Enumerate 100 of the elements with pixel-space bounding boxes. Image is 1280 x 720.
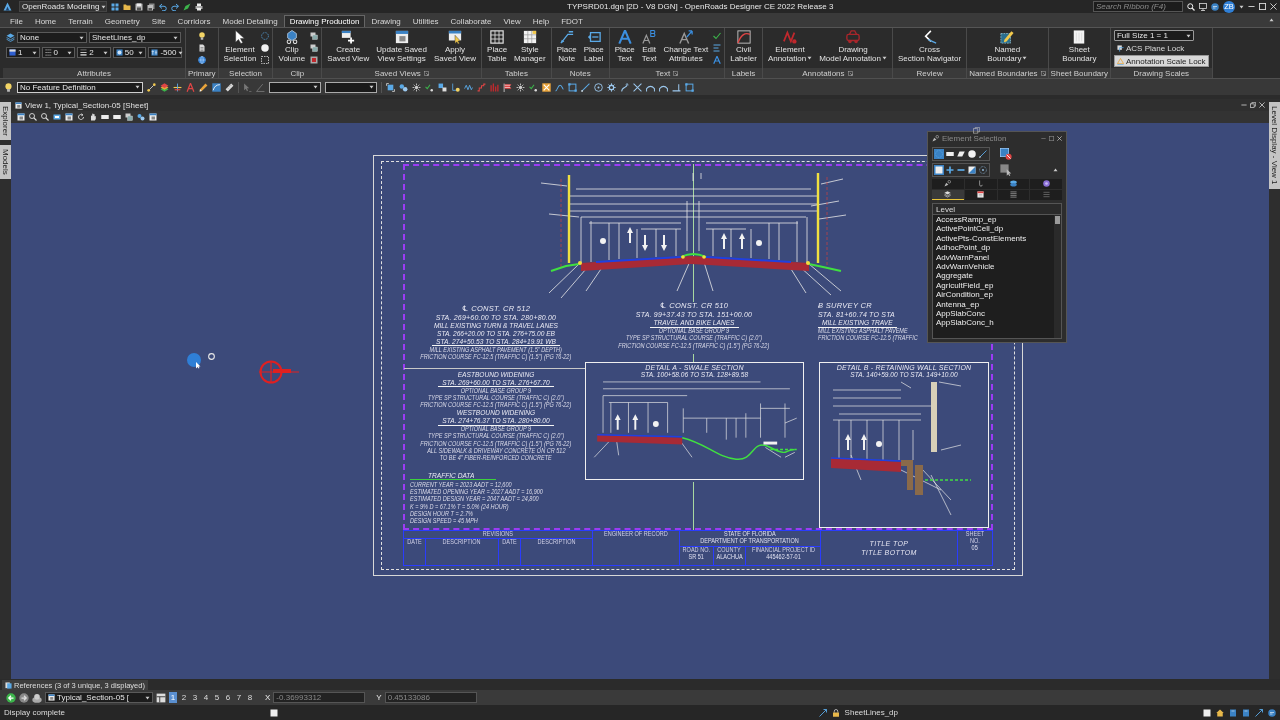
list-item[interactable]: ActivePointCell_dp [936,224,1051,234]
ribbon-button[interactable]: Style Manager [512,30,548,64]
tick-icon[interactable] [713,32,722,40]
drawing-canvas[interactable] [11,123,1269,679]
list-item[interactable]: AgricultField_ep [936,280,1051,291]
view-toggle[interactable]: 2 [180,692,188,703]
cross-lines-icon[interactable] [173,82,182,92]
square-handles-icon[interactable] [685,82,694,92]
circle-lines-icon[interactable] [1211,2,1219,11]
window-icon[interactable] [65,113,73,121]
ribbon-tab[interactable]: Home [28,15,63,27]
steps-icon[interactable] [477,82,486,92]
folder-icon[interactable] [123,2,131,11]
floppy-disks-icon[interactable] [147,2,155,11]
printer-icon[interactable] [195,2,203,11]
ribbon-button[interactable]: Named Boundary [985,30,1030,64]
feature-definition-dropdown[interactable]: No Feature Definition [17,81,143,93]
ribbon-button[interactable]: Place Note [554,30,579,64]
grid-layout-icon[interactable] [156,692,166,703]
gear-icon[interactable] [607,82,616,92]
workflow-dropdown[interactable]: OpenRoads Modeling [19,1,107,12]
caret-icon[interactable] [1239,4,1244,9]
ribbon-tab[interactable]: Utilities [406,15,445,27]
padlock-icon[interactable] [831,708,840,717]
toggle-button[interactable]: Annotation Scale Lock [1114,55,1209,67]
close-icon[interactable] [1259,102,1265,108]
method-tool[interactable] [945,149,955,159]
back-arrow-icon[interactable] [6,692,16,703]
lightbulb-icon[interactable] [4,82,13,92]
line-style-dropdown[interactable]: 0 [41,47,76,58]
list-item[interactable]: AirCondition_ep [936,290,1051,300]
corner-line-icon[interactable] [672,82,681,92]
document-icon[interactable] [197,44,206,52]
dashed-square-icon[interactable] [261,56,270,64]
tick-dot-icon[interactable] [529,82,538,92]
list-item[interactable]: AdvWarnPanel [936,252,1051,263]
tri-layer-icon[interactable] [160,82,169,92]
globe-icon[interactable] [197,56,206,64]
dock-tab[interactable]: Level Display - View 1 [1269,102,1280,189]
model-dropdown[interactable]: Typical_Section-05 [ [45,692,153,703]
ring-icon[interactable] [594,82,603,92]
list-item[interactable]: AdhocPoint_dp [936,243,1051,253]
list-item[interactable]: ActivePts-ConstElements [936,233,1051,244]
ruler-icon[interactable] [225,82,234,92]
view-toggle[interactable]: 4 [202,692,210,703]
stacked-layers-icon[interactable] [6,33,15,42]
search-field[interactable]: Search Ribbon (F4) [1093,1,1183,12]
ribbon-button[interactable]: Apply Saved View [432,30,479,64]
hook-arrow-icon[interactable] [620,82,629,92]
square-icon[interactable] [1203,708,1211,717]
dropdown-field[interactable] [269,81,321,93]
ribbon-button[interactable]: Drawing Model Annotation [817,30,889,64]
scale-dropdown[interactable]: Full Size 1 = 1 [1114,30,1194,41]
panel-tab[interactable] [997,179,1030,189]
stacked-windows-icon[interactable] [973,127,980,134]
close-icon[interactable] [1057,136,1062,141]
element-template-dropdown[interactable]: None [17,32,87,43]
sun-icon[interactable] [516,82,525,92]
two-squares-icon[interactable] [438,82,447,92]
overlapping-windows-icon[interactable] [125,113,133,121]
two-circles-icon[interactable] [399,82,408,92]
view-toggle[interactable]: 3 [191,692,199,703]
grid-icon[interactable] [111,2,119,11]
method-tool[interactable] [956,149,966,159]
square-inset-icon[interactable] [310,56,319,64]
branch-dot-icon[interactable] [451,82,460,92]
x-square-icon[interactable] [542,82,551,92]
minimize-icon[interactable] [1248,3,1255,10]
window-icon[interactable] [149,113,157,121]
ribbon-tab[interactable]: Collaborate [444,15,498,27]
ribbon-button[interactable]: Sheet Boundary [1060,30,1099,64]
dialog-launcher-icon[interactable] [673,70,679,76]
pencil-icon[interactable] [199,82,208,92]
book-icon[interactable] [1242,708,1250,717]
ribbon-button[interactable]: Edit Text [639,30,659,64]
scrollbar[interactable] [1054,215,1061,338]
ribbon-tab[interactable]: Corridors [171,15,217,27]
view-toggle[interactable]: 5 [213,692,221,703]
ribbon-button[interactable]: Civil Labeler [728,30,759,64]
search-icon[interactable] [1187,2,1195,11]
ribbon-button[interactable]: Element Annotation [765,30,815,64]
mode-tool[interactable] [967,165,977,175]
square-cursor-icon[interactable] [1000,164,1012,176]
overlapping-windows-icon[interactable] [310,32,319,40]
panel-tab[interactable] [932,190,964,200]
dock-tab[interactable]: Models [0,144,11,179]
transparency-dropdown[interactable]: 50 [112,47,147,58]
maximize-icon[interactable] [1259,3,1266,10]
x-lines-icon[interactable] [633,82,642,92]
list-item[interactable]: AdvWarnVehicle [936,262,1051,272]
x-coordinate-field[interactable]: -0.36993312 [273,692,366,703]
toggle-button[interactable]: ACS Plane Lock [1114,42,1188,54]
square-prohibited-icon[interactable] [1000,148,1012,160]
ribbon-button[interactable]: Create Saved View [325,30,372,64]
dotted-circle-icon[interactable] [261,32,270,40]
ribbon-tab[interactable]: Geometry [98,15,146,27]
redo-arrow-icon[interactable] [171,2,179,11]
dropdown-field[interactable] [325,81,377,93]
list-item[interactable]: AppSlabConc_h [936,318,1051,328]
dialog-launcher-icon[interactable] [1040,70,1046,76]
